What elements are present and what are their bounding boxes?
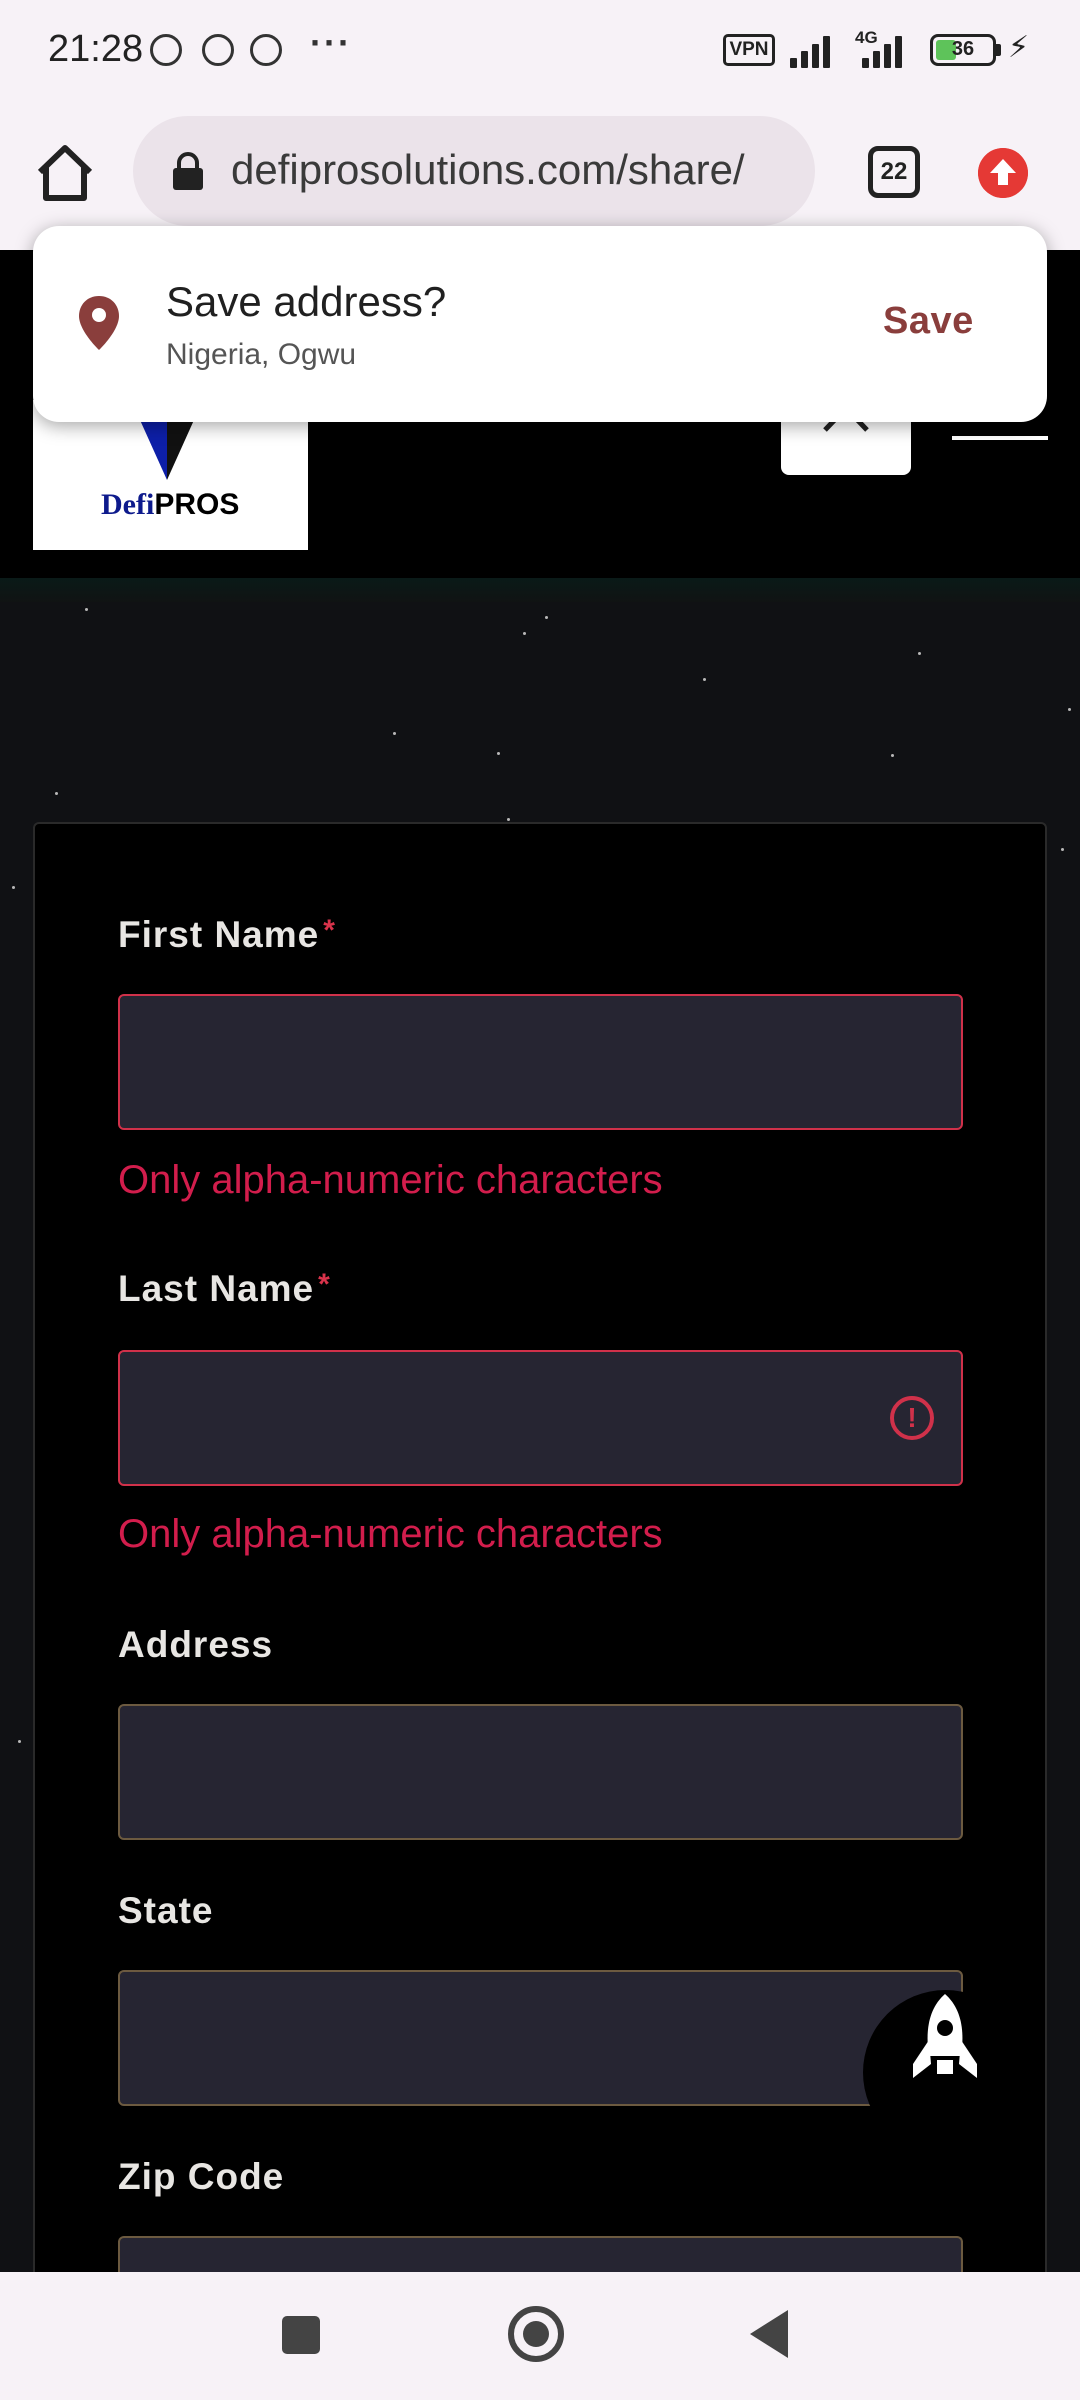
last-name-error: Only alpha-numeric characters [118, 1512, 663, 1556]
popup-title: Save address? [166, 278, 447, 325]
required-mark: * [323, 914, 336, 947]
required-mark: * [318, 1268, 331, 1301]
first-name-label: First Name * [118, 914, 336, 955]
state-input[interactable] [118, 1970, 963, 2106]
system-nav-bar [0, 2272, 1080, 2400]
error-icon: ! [890, 1396, 934, 1440]
address-input[interactable] [118, 1704, 963, 1840]
back-button[interactable] [750, 2310, 788, 2358]
address-label: Address [118, 1624, 274, 1665]
state-label: State [118, 1890, 214, 1931]
logo-text: DefiPROS [101, 488, 240, 521]
save-address-button[interactable]: Save [883, 300, 974, 343]
popup-subtitle: Nigeria, Ogwu [166, 338, 357, 371]
rocket-icon [913, 1994, 977, 2078]
zip-code-input[interactable] [118, 2236, 963, 2272]
charging-icon: ⚡ [1008, 31, 1030, 64]
defipros-logo[interactable]: DefiPROS [33, 400, 308, 550]
save-address-popup: Save address? Nigeria, Ogwu Save [33, 226, 1047, 422]
address-bar[interactable]: defiprosolutions.com/share/ [133, 116, 815, 226]
battery-icon: 36 [930, 34, 996, 66]
last-name-input[interactable] [118, 1350, 963, 1486]
lock-icon [173, 152, 203, 190]
recent-apps-button[interactable] [282, 2316, 320, 2354]
telegram-icon [150, 34, 182, 66]
tab-switcher-button[interactable]: 22 [868, 146, 920, 198]
first-name-input[interactable] [118, 994, 963, 1130]
status-time: 21:28 [48, 28, 144, 70]
b-notification-icon [250, 34, 282, 66]
zip-code-label: Zip Code [118, 2156, 285, 2197]
vpn-icon: VPN [723, 34, 775, 66]
more-notifications-icon: ··· [310, 22, 352, 63]
app-notification-icon [202, 34, 234, 66]
last-name-label: Last Name * [118, 1268, 331, 1309]
first-name-error: Only alpha-numeric characters [118, 1158, 663, 1202]
home-icon[interactable] [30, 138, 100, 208]
update-icon[interactable] [978, 148, 1028, 198]
url-text: defiprosolutions.com/share/ [231, 146, 745, 193]
status-bar: 21:28 ··· VPN 4G 36 ⚡ [0, 0, 1080, 100]
menu-icon[interactable] [952, 436, 1048, 440]
scroll-to-top-button[interactable] [863, 1990, 1028, 2155]
signal-icon [790, 34, 840, 68]
signal-icon-2 [862, 34, 912, 68]
home-button[interactable] [508, 2306, 564, 2362]
battery-level: 36 [951, 38, 975, 60]
header-divider [0, 578, 1080, 602]
location-pin-icon [79, 296, 119, 350]
